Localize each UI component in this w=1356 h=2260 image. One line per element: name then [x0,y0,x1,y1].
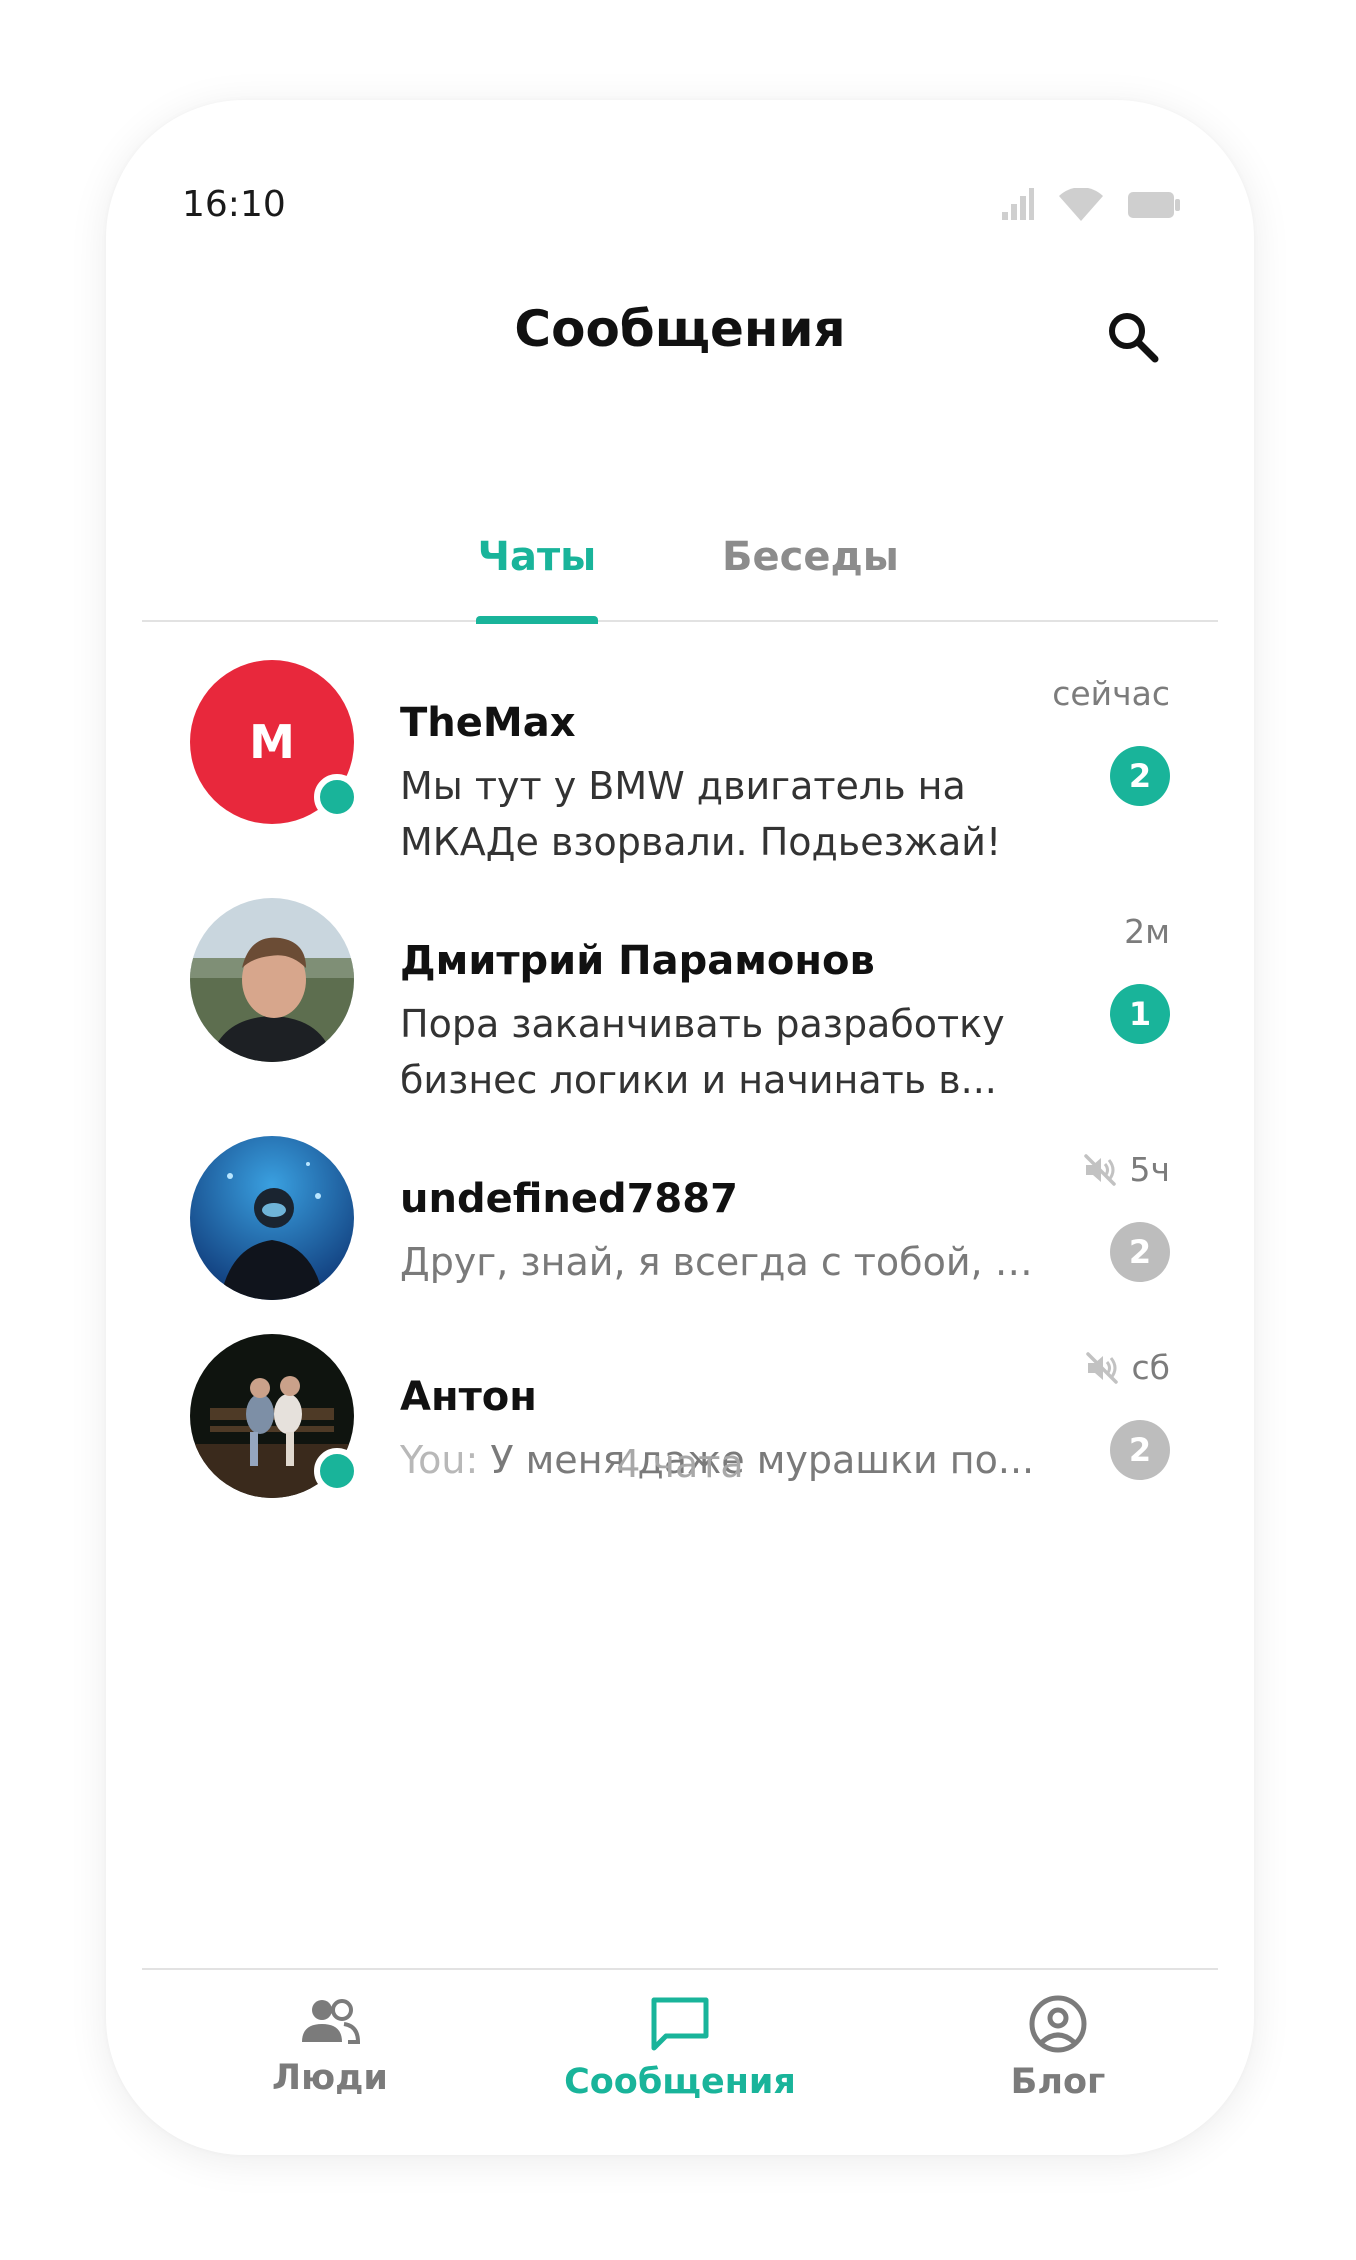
chat-message-preview: Мы тут у BMW двигатель на МКАДе взорвали… [400,758,1050,870]
chat-message-line: Мы тут у BMW двигатель на [400,764,966,808]
chat-message-preview: Пора заканчивать разработку бизнес логик… [400,996,1050,1108]
chat-time-text: 5ч [1129,1150,1171,1189]
nav-messages[interactable]: Сообщения [530,1994,830,2102]
avatar [190,898,354,1062]
chat-name: undefined7887 [400,1176,738,1222]
chat-message-line: Пора заканчивать разработку [400,1002,1005,1046]
nav-people[interactable]: Люди [180,1994,480,2098]
unread-badge: 2 [1110,746,1170,806]
avatar [190,1136,354,1300]
chat-name: Антон [400,1374,537,1420]
chat-time-text: сб [1131,1348,1171,1387]
cellular-signal-icon [1000,188,1034,226]
avatar-photo [190,1136,354,1300]
muted-icon [1083,1153,1116,1186]
phone-frame: 16:10 Сообщения Чаты Беседы M TheMax Мы … [106,100,1254,2155]
unread-badge: 2 [1110,1222,1170,1282]
avatar: M [190,660,360,824]
chat-time: 5ч [1082,1150,1171,1189]
nav-label: Сообщения [564,2062,796,2102]
nav-label: Люди [272,2058,388,2098]
profile-circle-icon [1029,1995,1087,2053]
chat-time-text: сейчас [1052,674,1170,713]
chat-item-dmitry[interactable]: Дмитрий Парамонов Пора заканчивать разра… [106,898,1254,1118]
chat-message-line: МКАДе взорвали. Подьезжай! [400,820,1002,864]
status-icons [1000,187,1180,226]
unread-badge: 1 [1110,984,1170,1044]
people-icon [302,1999,361,2044]
online-indicator [314,774,360,820]
muted-icon [1085,1351,1118,1384]
chat-message-preview: Друг, знай, я всегда с тобой, ч... [400,1240,1050,1284]
chat-item-themax[interactable]: M TheMax Мы тут у BMW двигатель на МКАДе… [106,660,1254,880]
chat-name: Дмитрий Парамонов [400,938,875,984]
chat-time: сб [1084,1348,1171,1387]
wifi-icon [1058,187,1104,226]
avatar-photo [190,898,354,1062]
chat-message-line: бизнес логики и начинать в... [400,1058,997,1102]
chat-count: 4 чата [616,1442,744,1486]
chat-time: 2м [1124,912,1170,951]
status-time: 16:10 [182,184,286,225]
chat-time: сейчас [1052,674,1170,713]
chat-time-text: 2м [1124,912,1170,951]
nav-label: Блог [1010,2062,1106,2102]
search-icon [1109,313,1159,363]
bottom-nav: Люди Сообщения Блог [142,1968,1218,2155]
page-title: Сообщения [514,300,846,358]
nav-blog[interactable]: Блог [908,1994,1208,2102]
chat-bubble-icon [651,1997,709,2051]
chat-name: TheMax [400,700,576,746]
chat-item-undefined7887[interactable]: undefined7887 Друг, знай, я всегда с тоб… [106,1136,1254,1356]
battery-icon [1128,190,1180,224]
tab-bar: Чаты Беседы [142,520,1218,624]
tab-chats[interactable]: Чаты [476,534,598,624]
tab-talks[interactable]: Беседы [722,534,899,618]
search-button[interactable] [1098,302,1168,372]
